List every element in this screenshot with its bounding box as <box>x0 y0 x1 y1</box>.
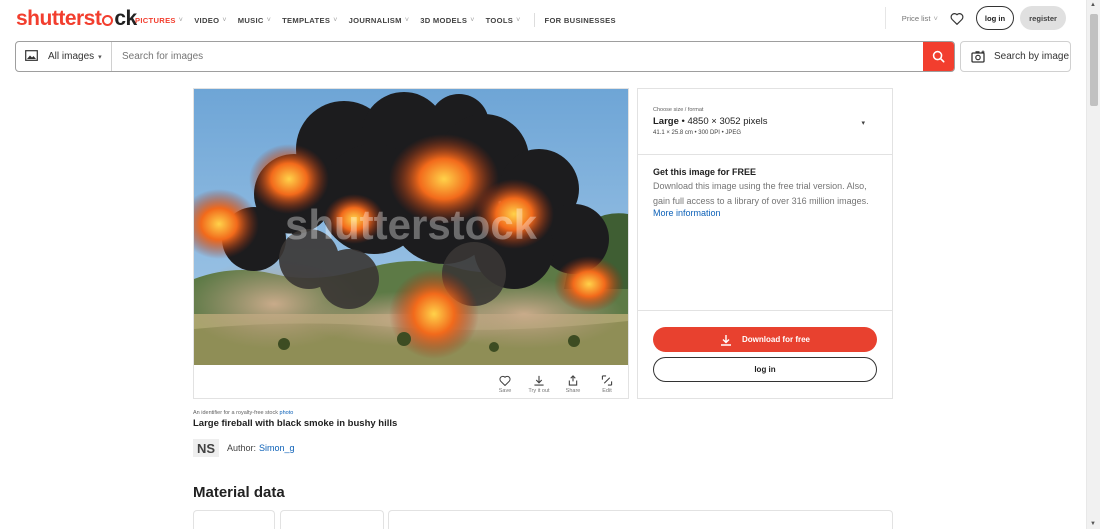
material-data-heading: Material data <box>193 484 285 501</box>
chevron-down-icon: ˅ <box>222 16 227 24</box>
nav-music[interactable]: MUSIC ˅ <box>238 16 271 25</box>
download-icon <box>720 334 731 346</box>
scroll-down-arrow-icon[interactable]: ▼ <box>1090 521 1096 527</box>
chevron-down-icon: ˅ <box>516 16 521 24</box>
panel-login-button[interactable]: log in <box>653 357 877 382</box>
size-format-selector[interactable]: Choose size / format Large • 4850 × 3052… <box>638 89 892 155</box>
image-identifier-caption: An identifier for a royalty-free stock p… <box>193 410 294 416</box>
download-for-free-button[interactable]: Download for free <box>653 327 877 352</box>
free-offer-description: Download this image using the free trial… <box>653 181 869 206</box>
material-data-card <box>388 510 893 529</box>
nav-journalism[interactable]: JOURNALISM ˅ <box>349 16 410 25</box>
share-button[interactable]: Share <box>556 375 590 394</box>
chevron-down-icon: ˅ <box>470 16 475 24</box>
chevron-down-icon: ˅ <box>933 13 938 23</box>
caret-down-icon: ▾ <box>861 120 865 127</box>
author-label: Author: <box>227 443 257 453</box>
chevron-down-icon: ˅ <box>266 16 272 24</box>
author-avatar: NS <box>193 439 219 457</box>
login-button[interactable]: log in <box>975 6 1015 30</box>
account-nav: Price list ˅ log in register <box>884 6 1066 30</box>
nav-for-businesses[interactable]: FOR BUSINESSES <box>545 16 616 25</box>
download-icon <box>534 375 544 386</box>
search-icon <box>932 50 945 63</box>
search-input[interactable] <box>112 42 923 71</box>
register-button[interactable]: register <box>1020 6 1066 30</box>
scroll-up-arrow-icon[interactable]: ▲ <box>1090 2 1096 8</box>
top-nav: shutterst ck PICTURES ˅ VIDEO ˅ MUSIC ˅ TEMP… <box>0 0 1086 36</box>
try-it-out-button[interactable]: Try it out <box>522 375 556 394</box>
scrollbar-thumb[interactable] <box>1090 14 1098 106</box>
image-toolbar: Save Try it out Share Edit <box>488 375 624 394</box>
material-data-card <box>193 510 275 529</box>
nav-pictures[interactable]: PICTURES ˅ <box>135 16 183 25</box>
photo-type-link[interactable]: photo <box>280 410 294 416</box>
image-preview-frame: shutterstock Save Try it out Share Edit <box>193 88 629 399</box>
search-button[interactable] <box>923 42 954 71</box>
author-row: NS Author: Simon_g <box>193 439 295 457</box>
camera-search-icon <box>971 50 985 63</box>
edit-crop-icon <box>601 375 613 386</box>
chevron-down-icon: ˅ <box>333 16 338 24</box>
edit-button[interactable]: Edit <box>590 375 624 394</box>
free-offer-title: Get this image for FREE <box>653 167 757 177</box>
size-selected-value: Large • 4850 × 3052 pixels <box>653 116 768 127</box>
main-nav-links: PICTURES ˅ VIDEO ˅ MUSIC ˅ TEMPLATES ˅ JOURN… <box>135 13 627 27</box>
share-icon <box>568 375 578 386</box>
size-details: 41.1 × 25.8 cm • 300 DPI • JPEG <box>653 130 742 136</box>
nav-video[interactable]: VIDEO ˅ <box>194 16 227 25</box>
material-data-card <box>280 510 384 529</box>
panel-divider <box>638 310 892 311</box>
shutterstock-logo[interactable]: shutterst ck <box>16 7 137 31</box>
size-hint-label: Choose size / format <box>653 107 704 113</box>
chevron-down-icon: ˅ <box>404 16 410 24</box>
more-information-link[interactable]: More information <box>653 208 879 218</box>
save-button[interactable]: Save <box>488 375 522 394</box>
logo-ring-icon <box>102 15 114 26</box>
search-by-image-button[interactable]: Search by image <box>960 41 1071 72</box>
search-scope-dropdown[interactable]: All images ▾ <box>16 42 112 71</box>
heart-icon <box>499 375 511 386</box>
stock-photo-fireball[interactable]: shutterstock <box>194 89 628 365</box>
favorites-heart-icon[interactable] <box>948 9 966 27</box>
nav-divider <box>533 13 535 27</box>
chevron-down-icon: ˅ <box>178 16 184 24</box>
page-scrollbar[interactable]: ▲ ▼ <box>1086 0 1100 529</box>
price-list-dropdown[interactable]: Price list ˅ <box>902 14 938 23</box>
image-title: Large fireball with black smoke in bushy… <box>193 418 398 429</box>
caret-down-icon: ▾ <box>98 53 102 61</box>
nav-divider <box>884 7 886 29</box>
watermark-text: shutterstock <box>285 201 538 248</box>
page: shutterst ck PICTURES ˅ VIDEO ˅ MUSIC ˅ TEMP… <box>0 0 1100 529</box>
nav-templates[interactable]: TEMPLATES ˅ <box>282 16 338 25</box>
nav-3d-models[interactable]: 3D MODELS ˅ <box>420 16 474 25</box>
image-icon <box>25 49 38 64</box>
nav-tools[interactable]: TOOLS ˅ <box>486 16 521 25</box>
purchase-panel: Choose size / format Large • 4850 × 3052… <box>637 88 893 399</box>
author-link[interactable]: Simon_g <box>259 443 295 453</box>
free-offer-box: Get this image for FREE Download this im… <box>653 167 879 218</box>
search-bar: All images ▾ <box>15 41 955 72</box>
